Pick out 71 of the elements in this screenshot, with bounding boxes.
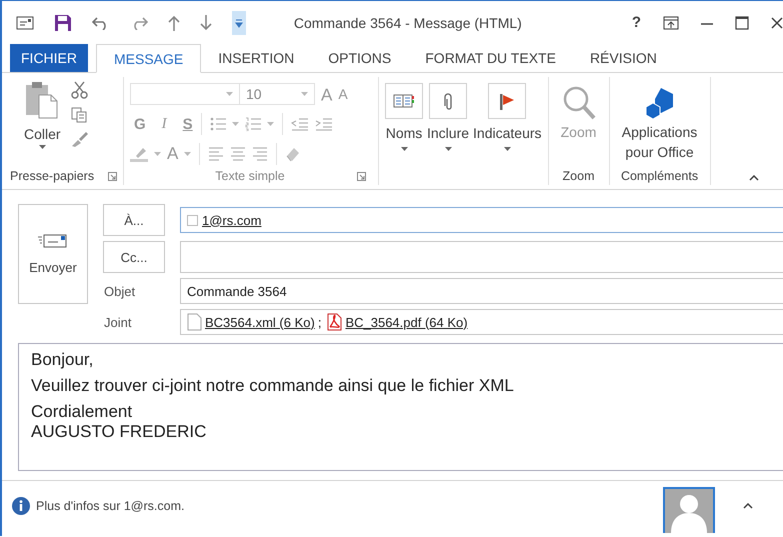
subject-field[interactable]: Commande 3564	[180, 278, 783, 304]
body-text: Cordialement	[31, 402, 134, 422]
ribbon-tab[interactable]: MESSAGE	[96, 44, 202, 73]
caret-icon	[400, 147, 408, 151]
caret-icon	[266, 122, 274, 126]
ribbon-tab[interactable]: OPTIONS	[311, 44, 408, 72]
ribbon-button[interactable]: Indicateurs	[471, 83, 544, 162]
envelope-icon[interactable]	[16, 16, 34, 30]
caret-icon	[226, 92, 233, 96]
caret-icon	[504, 147, 511, 151]
separator-text: ;	[318, 314, 322, 330]
caret-icon	[301, 92, 308, 96]
envelope-icon	[38, 234, 68, 248]
cc-button[interactable]: Cc...	[103, 241, 165, 273]
message-body[interactable]: Bonjour, Veuillez trouver ci-joint notre commande ainsi que le fichier XML Cordialement AUGUSTO FREDERIC	[18, 343, 783, 471]
customize-icon[interactable]	[232, 10, 246, 34]
body-text: Bonjour,	[31, 350, 94, 370]
search-icon	[562, 85, 596, 121]
send-button[interactable]: Envoyer	[18, 204, 88, 304]
group-label: Compléments	[620, 169, 698, 183]
paperclip-icon	[444, 92, 452, 110]
dialog-launcher-icon[interactable]	[357, 172, 366, 181]
maximize-icon[interactable]	[735, 16, 749, 30]
address-book-icon	[393, 92, 415, 110]
ribbon-tab[interactable]: FORMAT DU TEXTE	[408, 44, 573, 72]
cubes-icon	[644, 87, 675, 119]
ribbon-display-icon[interactable]	[663, 16, 679, 30]
attachment-label: Joint	[103, 314, 132, 332]
close-icon[interactable]	[771, 16, 783, 28]
to-field[interactable]: 1@rs.com	[180, 207, 783, 233]
paste-button[interactable]: Coller	[10, 77, 67, 167]
to-button[interactable]: À...	[103, 204, 165, 236]
dialog-launcher-icon[interactable]	[108, 172, 117, 181]
avatar-icon[interactable]	[663, 487, 715, 533]
attachment-link[interactable]: BC3564.xml (6 Ko)	[205, 314, 315, 330]
body-text: AUGUSTO FREDERIC	[31, 422, 208, 442]
recipient-link[interactable]: 1@rs.com	[202, 212, 262, 228]
ribbon-button[interactable]: Inclure	[425, 83, 472, 162]
expand-icon[interactable]	[743, 503, 753, 509]
cc-field[interactable]	[180, 241, 783, 273]
flag-icon	[499, 92, 516, 110]
window-title: Commande 3564 - Message (HTML)	[294, 14, 522, 30]
caret-icon	[184, 152, 192, 156]
caret-icon	[444, 147, 452, 151]
info-icon	[12, 497, 30, 515]
subject-label: Objet	[103, 282, 136, 301]
body-text: Veuillez trouver ci-joint notre commande ainsi que le fichier XML	[31, 376, 515, 396]
clipboard-icon	[25, 81, 60, 119]
group-label: Presse-papiers	[10, 169, 94, 183]
collapse-ribbon-icon[interactable]	[748, 175, 759, 181]
help-button[interactable]: ?	[632, 14, 641, 31]
group-label: Texte simple	[215, 169, 285, 183]
apps-button[interactable]: Applications pour Office	[614, 87, 705, 167]
down-arrow-icon[interactable]	[200, 14, 212, 30]
caret-icon	[154, 152, 161, 156]
ribbon-button[interactable]: Noms	[383, 83, 425, 162]
copy-icon[interactable]	[70, 107, 87, 123]
pdf-file-icon	[327, 313, 342, 331]
ribbon-tab[interactable]: RÉVISION	[572, 44, 674, 72]
caret-icon	[232, 122, 239, 126]
scissors-icon[interactable]	[70, 81, 89, 99]
caret-icon	[38, 145, 46, 149]
ribbon-tab[interactable]: INSERTION	[201, 44, 312, 72]
brush-icon[interactable]	[70, 131, 89, 147]
ribbon-tab[interactable]: FICHIER	[10, 44, 88, 72]
file-icon	[187, 313, 202, 331]
group-label: Zoom	[562, 169, 594, 183]
up-arrow-icon[interactable]	[168, 14, 180, 30]
people-info-text: Plus d'infos sur 1@rs.com.	[36, 498, 184, 515]
save-icon[interactable]	[54, 14, 72, 32]
attachment-link[interactable]: BC_3564.pdf (64 Ko)	[345, 314, 468, 330]
